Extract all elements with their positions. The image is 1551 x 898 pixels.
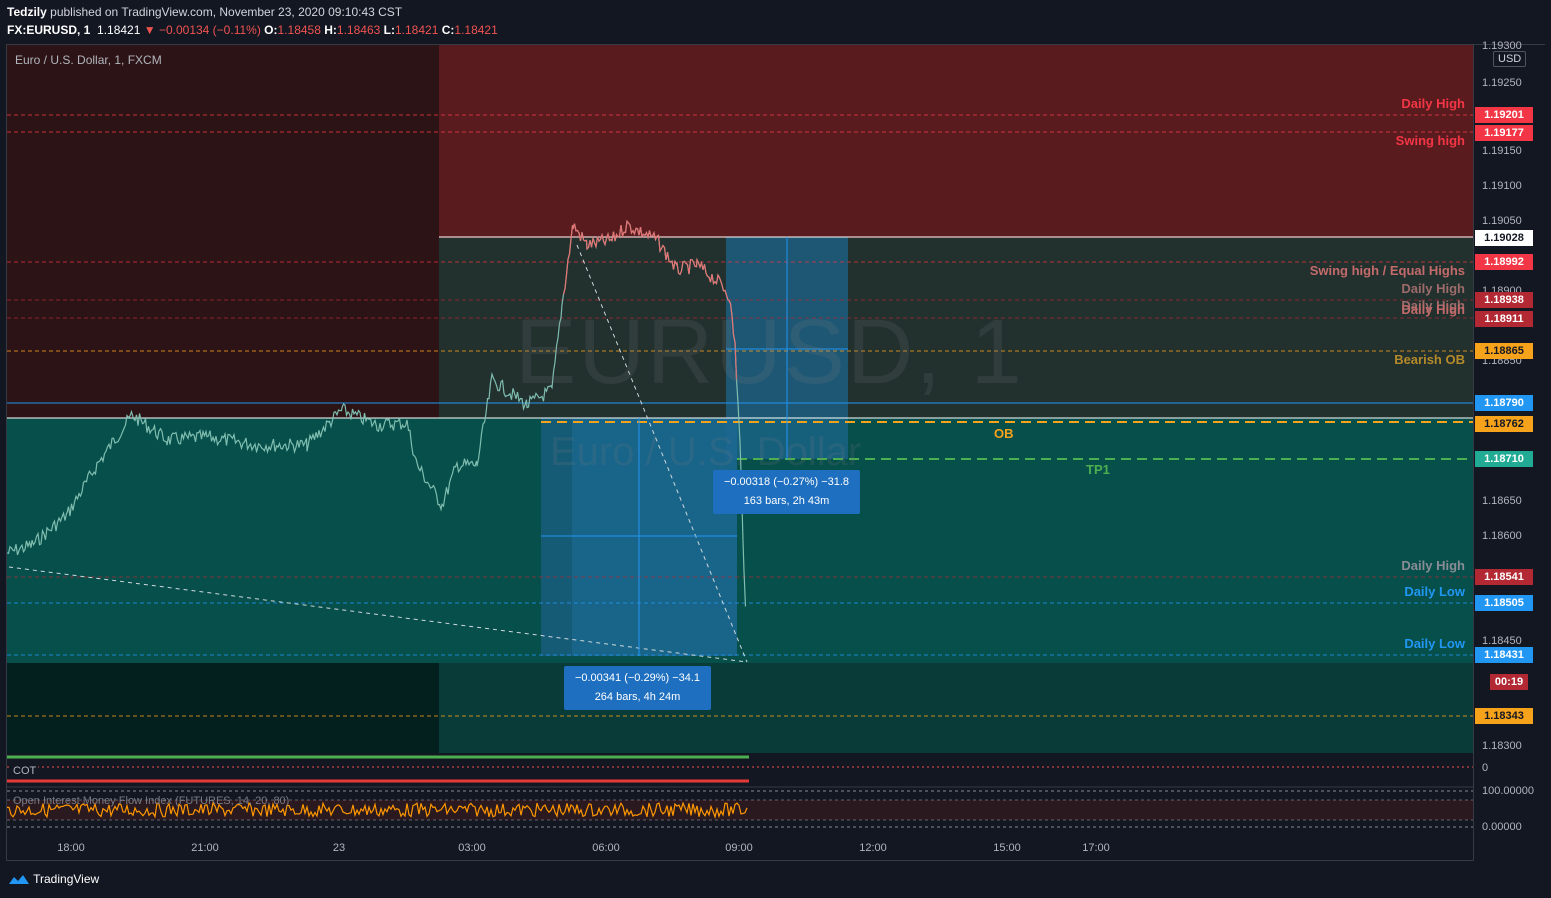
price-label-blue: 1.18790 [1475,395,1533,411]
tick-1.19250: 1.19250 [1482,77,1522,89]
measure-2-change: −0.00341 (−0.29%) −34.1 [574,672,701,684]
lower-zone-left [7,663,439,753]
price-change: ▼ −0.00134 (−0.11%) [143,23,261,37]
cot-value-label: 0 [1482,762,1489,774]
measure-1-bars: 163 bars, 2h 43m [743,495,830,507]
time-label: 03:00 [458,842,486,854]
mfi-label[interactable]: Open Interest Money Flow Index (FUTURES,… [13,795,289,807]
currency-label[interactable]: USD [1493,51,1527,67]
supply-zone-left [7,45,439,418]
low-label: L: [383,23,395,37]
price-label-daily-high-2: 1.18938 [1475,292,1533,308]
published-text: published on TradingView.com, November 2… [50,5,403,19]
tradingview-footer[interactable]: TradingView [8,872,99,887]
supply-zone-right [439,45,1473,238]
price-chart-pane[interactable]: Euro / U.S. Dollar, 1, FXCM EURUSD, 1 Eu… [7,45,1473,753]
price-label-tp1: 1.18710 [1475,451,1533,467]
price-label-daily-high: 1.19201 [1475,107,1533,123]
open-label: O: [264,23,278,37]
price-label-equal-highs: 1.18992 [1475,254,1533,270]
mfi-bottom-label: 0.00000 [1482,821,1522,833]
tick-1.18300: 1.18300 [1482,740,1522,752]
time-label: 12:00 [859,842,887,854]
price-label-bearish-ob: 1.18865 [1475,343,1533,359]
high-label: H: [324,23,337,37]
time-label: 17:00 [1082,842,1110,854]
price-label-range-top: 1.19028 [1475,230,1533,246]
price-axis[interactable]: 1.19300 1.19250 1.19150 1.19100 1.19050 … [1473,40,1546,861]
tick-1.19100: 1.19100 [1482,180,1522,192]
tick-1.18600: 1.18600 [1482,530,1522,542]
tick-1.19050: 1.19050 [1482,215,1522,227]
last-price: 1.18421 [97,23,141,37]
bar-countdown: 00:19 [1490,674,1528,690]
price-label-swing-high: 1.19177 [1475,125,1533,141]
time-label: 23 [332,842,346,854]
close-label: C: [441,23,455,37]
indicator-panes[interactable]: COT Open Interest Money Flow Index (FUTU… [7,753,1473,838]
time-axis[interactable]: 18:00 21:00 23 03:00 06:00 09:00 12:00 1… [7,838,1473,860]
low-value: 1.18421 [394,23,439,37]
time-label: 21:00 [191,842,219,854]
price-label-ob: 1.18762 [1475,416,1533,432]
measure-2-bars: 264 bars, 4h 24m [594,691,681,703]
time-label: 18:00 [57,842,85,854]
time-label: 06:00 [592,842,620,854]
tradingview-brand: TradingView [33,872,100,886]
cot-label[interactable]: COT [11,765,39,777]
ohlc-line: FX:EURUSD, 1 1.18421 ▼ −0.00134 (−0.11%)… [7,23,498,37]
price-label-daily-low-2: 1.18431 [1475,647,1533,663]
mfi-top-label: 100.00000 [1482,785,1534,797]
measure-1-change: −0.00318 (−0.27%) −31.8 [723,476,850,488]
price-label-daily-high-3: 1.18911 [1475,311,1533,327]
symbol-watermark: EURUSD, 1 [515,301,1024,403]
publish-info: Tedzily published on TradingView.com, No… [7,5,402,19]
tick-1.19150: 1.19150 [1482,145,1522,157]
tick-1.18650: 1.18650 [1482,495,1522,507]
open-value: 1.18458 [277,23,321,37]
author-name[interactable]: Tedzily [7,5,47,19]
tradingview-logo-icon [9,874,29,884]
symbol-line: FX:EURUSD, 1 [7,23,91,37]
symbol-watermark-sub: Euro / U.S. Dollar [550,430,862,474]
close-value: 1.18421 [454,23,498,37]
measure-tooltip-2[interactable]: −0.00341 (−0.29%) −34.1 264 bars, 4h 24m [564,666,711,710]
price-label-daily-low: 1.18505 [1475,595,1533,611]
time-label: 09:00 [725,842,753,854]
high-value: 1.18463 [336,23,381,37]
price-label-lower-ob: 1.18343 [1475,708,1533,724]
symbol-description: Euro / U.S. Dollar, 1, FXCM [15,53,162,67]
measure-tooltip-1[interactable]: −0.00318 (−0.27%) −31.8 163 bars, 2h 43m [713,470,860,514]
time-label: 15:00 [993,842,1021,854]
tick-1.18450: 1.18450 [1482,635,1522,647]
price-label-daily-high-4: 1.18541 [1475,569,1533,585]
